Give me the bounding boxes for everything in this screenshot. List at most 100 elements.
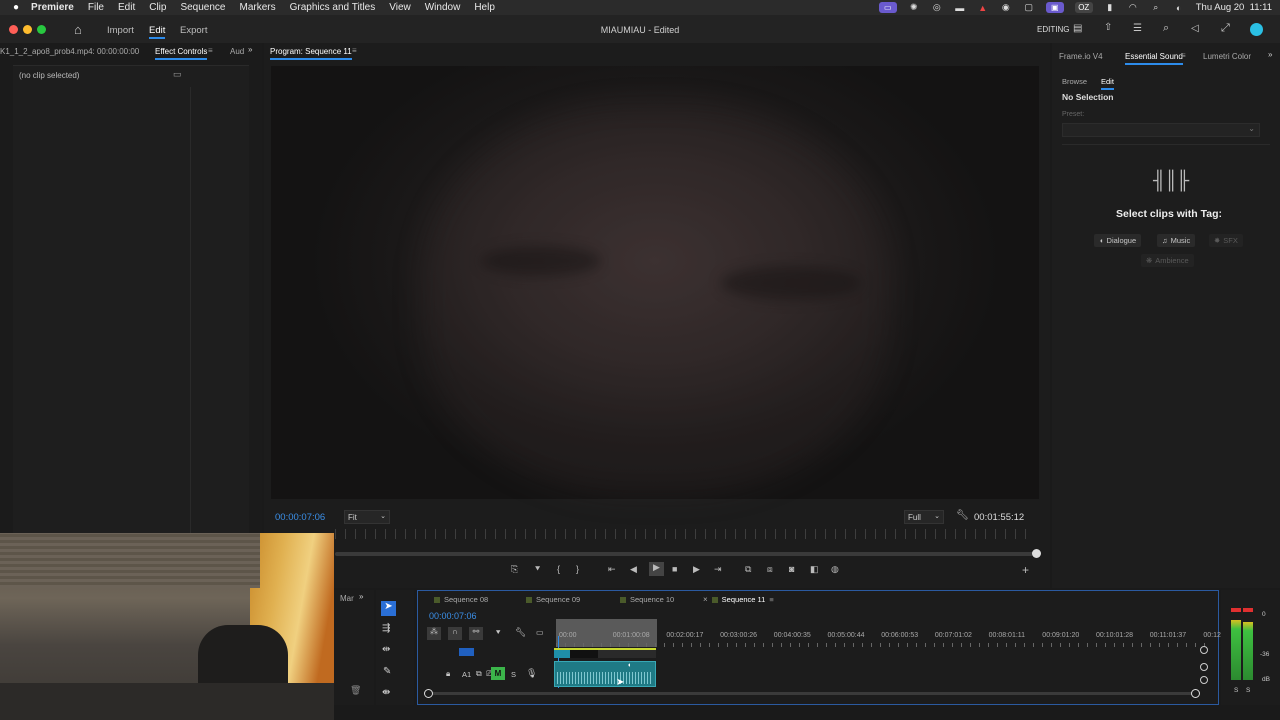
go-to-in-icon[interactable]: ⇤ xyxy=(608,564,616,575)
menu-graphics-titles[interactable]: Graphics and Titles xyxy=(290,2,376,13)
apple-icon[interactable]: ● xyxy=(13,2,19,13)
menu-window[interactable]: Window xyxy=(425,2,461,13)
vertical-scroll-handle[interactable] xyxy=(1200,663,1208,671)
subtab-edit[interactable]: Edit xyxy=(1101,77,1114,90)
vr-video-icon[interactable]: ◍ xyxy=(831,564,839,575)
program-menu-icon[interactable]: ≡ xyxy=(352,46,357,55)
user-avatar[interactable] xyxy=(1250,23,1263,36)
wifi-icon[interactable]: ◠ xyxy=(1127,2,1139,13)
sfx-tag-button[interactable]: ✸ SFX xyxy=(1209,234,1243,247)
music-tag-button[interactable]: ♫ Music xyxy=(1157,234,1196,247)
audio-clip[interactable]: ◖ xyxy=(554,661,656,687)
share-icon[interactable]: ⇧ xyxy=(1104,22,1112,33)
battery-icon[interactable]: ▮ xyxy=(1104,2,1116,13)
minimize-window-button[interactable] xyxy=(23,25,32,34)
solo-button[interactable]: S xyxy=(511,670,516,679)
maximize-window-button[interactable] xyxy=(37,25,46,34)
more-panels-icon[interactable]: » xyxy=(1268,50,1272,59)
ambience-tag-button[interactable]: ❋ Ambience xyxy=(1141,254,1194,267)
quality-select[interactable]: Full ⌄ xyxy=(904,510,944,524)
search-icon[interactable]: ⌕ xyxy=(1150,2,1162,13)
tab-edit[interactable]: Edit xyxy=(149,25,166,39)
add-marker-icon[interactable]: ⯆ xyxy=(534,564,541,575)
delete-icon[interactable]: 🗑︎ xyxy=(350,685,361,696)
chat-icon[interactable]: ▬ xyxy=(954,3,966,13)
preset-dropdown[interactable]: ⌄ xyxy=(1062,123,1260,137)
menu-edit[interactable]: Edit xyxy=(118,2,135,13)
tab-frameio[interactable]: Frame.io V4 xyxy=(1059,52,1103,61)
program-current-timecode[interactable]: 00:00:07:06 xyxy=(275,512,325,523)
selection-tool-icon[interactable]: ➤ xyxy=(381,601,396,616)
more-panels-icon[interactable]: » xyxy=(248,45,252,54)
lift-icon[interactable]: ⧉ xyxy=(745,564,751,575)
screen-share-icon[interactable]: ▭ xyxy=(878,2,897,13)
vertical-scroll-handle[interactable] xyxy=(1200,646,1208,654)
insert-clip-icon[interactable]: ⎘ xyxy=(511,564,518,575)
ripple-edit-tool-icon[interactable]: ⇹ xyxy=(382,644,390,655)
brightness-icon[interactable]: ✺ xyxy=(908,2,920,13)
drive-icon[interactable]: ▲ xyxy=(977,3,989,13)
creative-cloud-icon[interactable]: ◎ xyxy=(931,2,943,13)
tab-markers[interactable]: Mar xyxy=(340,594,354,603)
fullscreen-icon[interactable]: ⤢ xyxy=(1221,22,1230,35)
program-ruler[interactable] xyxy=(335,529,1035,539)
source-clip-tab[interactable]: K1_1_2_apo8_prob4.mp4: 00:00:00:00 xyxy=(0,47,139,56)
menu-clip[interactable]: Clip xyxy=(149,2,166,13)
play-in-to-out-icon[interactable]: ▶︎ xyxy=(649,562,664,576)
program-monitor-title[interactable]: Program: Sequence 11 xyxy=(270,47,352,60)
mark-out-icon[interactable]: } xyxy=(576,564,579,574)
menu-app-name[interactable]: Premiere xyxy=(31,2,74,13)
tab-audio-mixer[interactable]: Aud xyxy=(230,47,244,56)
tab-import[interactable]: Import xyxy=(107,25,134,36)
tab-effect-controls[interactable]: Effect Controls xyxy=(155,47,208,60)
program-zoom-bar[interactable] xyxy=(335,552,1037,556)
sync-lock-icon[interactable]: ⧉ xyxy=(476,669,482,679)
menu-view[interactable]: View xyxy=(389,2,411,13)
step-back-icon[interactable]: ◀︎ xyxy=(630,564,637,575)
record-icon[interactable]: ◉ xyxy=(1000,2,1012,13)
video-clip[interactable] xyxy=(554,648,656,658)
video-track-target-button[interactable] xyxy=(459,648,474,656)
menu-file[interactable]: File xyxy=(88,2,104,13)
menu-sequence[interactable]: Sequence xyxy=(180,2,225,13)
subtab-browse[interactable]: Browse xyxy=(1062,77,1087,86)
slip-tool-icon[interactable]: ⇼ xyxy=(382,687,390,698)
fit-select[interactable]: Fit ⌄ xyxy=(344,510,390,524)
home-icon[interactable]: ⌂ xyxy=(74,22,82,37)
search-help-icon[interactable]: ⌕ xyxy=(1163,22,1169,35)
add-button-icon[interactable]: + xyxy=(1022,563,1029,577)
timeline-ruler[interactable]: 00:00 00:01:00:08 00:02:00:17 00:03:00:26 00… xyxy=(418,591,1227,651)
track-select-tool-icon[interactable]: ⇶ xyxy=(382,623,390,634)
tab-export[interactable]: Export xyxy=(180,25,207,36)
mark-in-icon[interactable]: { xyxy=(557,564,560,574)
workspace-label[interactable]: EDITING xyxy=(1037,25,1069,34)
stop-icon[interactable]: ■ xyxy=(672,564,677,574)
lock-track-icon[interactable]: 🔒︎ xyxy=(446,669,450,679)
export-frame-icon[interactable]: ◙ xyxy=(789,564,794,574)
volume-icon[interactable]: ◁ xyxy=(1191,23,1199,34)
go-to-out-icon[interactable]: ⇥ xyxy=(714,564,722,575)
timeline-zoom-bar[interactable] xyxy=(428,692,1198,695)
control-center-icon[interactable]: ◐ xyxy=(1173,3,1185,13)
more-panels-icon[interactable]: » xyxy=(359,592,363,601)
dialogue-tag-button[interactable]: ◖ Dialogue xyxy=(1094,234,1142,247)
program-zoom-handle-right[interactable] xyxy=(1032,549,1041,558)
oz-badge[interactable]: OZ xyxy=(1074,2,1093,13)
vertical-scroll-handle[interactable] xyxy=(1200,676,1208,684)
step-forward-icon[interactable]: ▶︎ xyxy=(693,564,700,575)
workspaces-icon[interactable]: ▤ xyxy=(1073,23,1082,34)
window-icon[interactable]: ▢ xyxy=(1023,2,1035,13)
close-window-button[interactable] xyxy=(9,25,18,34)
tab-essential-sound[interactable]: Essential Sound xyxy=(1125,52,1183,65)
voice-over-record-icon[interactable]: 🎙︎ xyxy=(526,668,537,679)
comparison-view-icon[interactable]: ◧ xyxy=(810,564,819,575)
toggle-timeline-icon[interactable]: ▭ xyxy=(173,69,182,80)
quick-settings-icon[interactable]: ☰ xyxy=(1133,23,1142,34)
menu-help[interactable]: Help xyxy=(474,2,495,13)
timeline-zoom-handle-right[interactable] xyxy=(1191,689,1200,698)
essential-sound-menu-icon[interactable]: ≡ xyxy=(1181,51,1186,60)
tab-lumetri-color[interactable]: Lumetri Color xyxy=(1203,52,1251,61)
mute-button[interactable]: M xyxy=(491,667,505,680)
stage-manager-icon[interactable]: ▣ xyxy=(1045,2,1064,13)
razor-tool-icon[interactable]: ✎ xyxy=(383,666,391,677)
